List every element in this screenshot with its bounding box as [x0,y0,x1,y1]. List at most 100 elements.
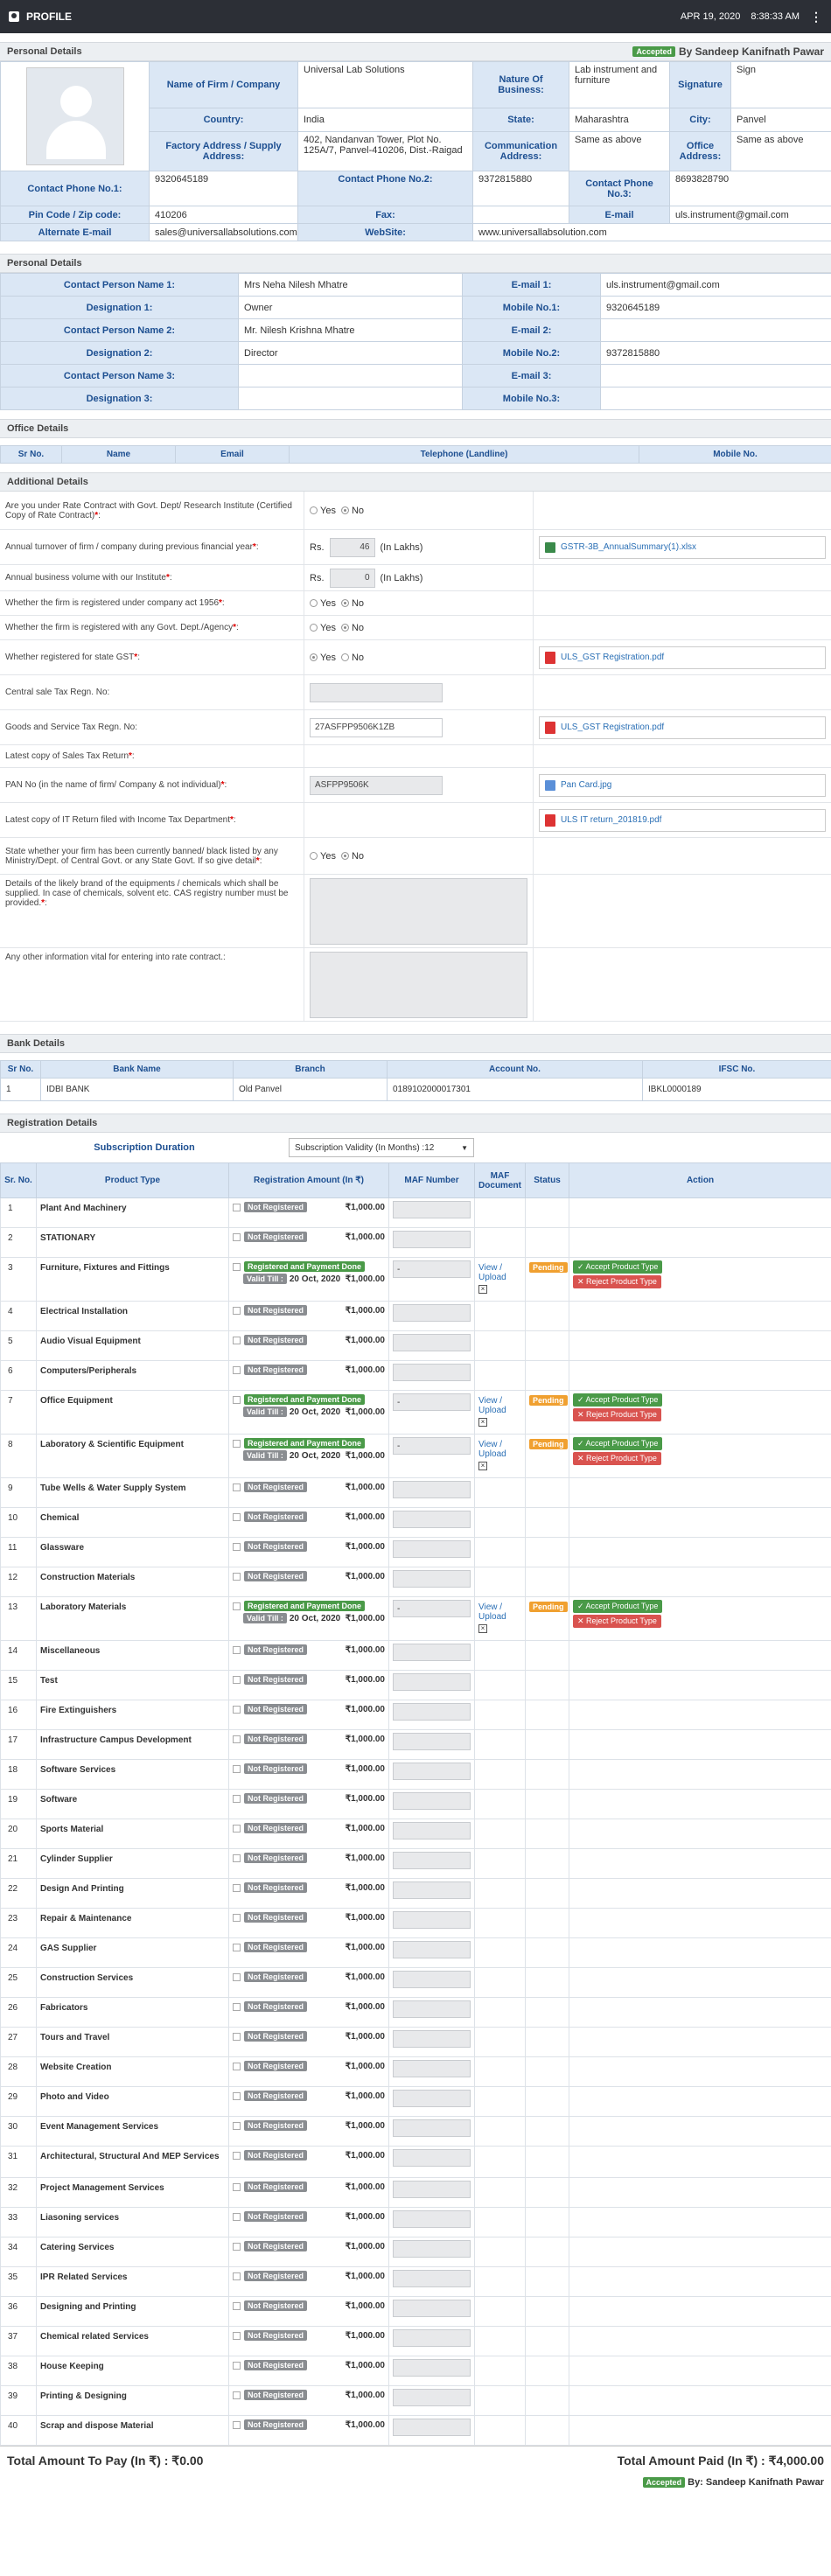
maf-number-input[interactable] [393,2300,471,2317]
maf-number-input[interactable] [393,2359,471,2377]
view-upload-link[interactable]: View / Upload [478,1602,506,1622]
maf-number-input[interactable] [393,1334,471,1351]
pan-input[interactable]: ASFPP9506K [310,775,443,795]
maf-number-input[interactable] [393,2270,471,2287]
govt-dept-radios[interactable]: Yes No [304,616,534,639]
product-checkbox[interactable] [233,1572,241,1581]
maf-number-input[interactable] [393,1201,471,1218]
maf-number-input[interactable] [393,1792,471,1810]
product-checkbox[interactable] [233,1972,241,1981]
product-checkbox[interactable] [233,1306,241,1315]
maf-number-input[interactable] [393,1911,471,1929]
maf-number-input[interactable] [393,1763,471,1780]
product-checkbox[interactable] [233,1853,241,1862]
product-checkbox[interactable] [233,2121,241,2130]
maf-number-input[interactable] [393,1822,471,1840]
maf-number-input[interactable] [393,2119,471,2137]
maf-number-input[interactable] [393,2060,471,2077]
product-checkbox[interactable] [233,1764,241,1773]
product-checkbox[interactable] [233,1883,241,1892]
other-info-textarea[interactable] [310,951,527,1018]
maf-number-input[interactable] [393,2240,471,2258]
product-checkbox[interactable] [233,2242,241,2251]
maf-number-input[interactable] [393,1481,471,1498]
maf-number-input[interactable] [393,2419,471,2436]
product-checkbox[interactable] [233,1794,241,1803]
gst-regn-file-link[interactable]: ULS_GST Registration.pdf [539,716,826,739]
product-checkbox[interactable] [233,1232,241,1241]
product-checkbox[interactable] [233,1203,241,1211]
product-checkbox[interactable] [233,2361,241,2370]
pan-file-link[interactable]: Pan Card.jpg [539,773,826,797]
maf-number-input[interactable] [393,1231,471,1248]
delete-doc-icon[interactable]: × [478,1462,487,1470]
maf-number-input[interactable] [393,2030,471,2048]
product-checkbox[interactable] [233,2032,241,2041]
product-checkbox[interactable] [233,1365,241,1374]
product-checkbox[interactable] [233,1542,241,1551]
product-checkbox[interactable] [233,2331,241,2340]
product-checkbox[interactable] [233,2062,241,2070]
view-upload-link[interactable]: View / Upload [478,1263,506,1282]
maf-number-input[interactable] [393,2329,471,2347]
company-act-radios[interactable]: Yes No [304,591,534,615]
delete-doc-icon[interactable]: × [478,1285,487,1294]
product-checkbox[interactable] [233,1735,241,1743]
maf-number-input[interactable] [393,1733,471,1750]
product-checkbox[interactable] [233,1602,241,1610]
product-checkbox[interactable] [233,1824,241,1833]
product-checkbox[interactable] [233,1705,241,1714]
accept-product-button[interactable]: ✓ Accept Product Type [573,1600,663,1613]
maf-number-input[interactable] [393,1304,471,1322]
gst-regn-input[interactable]: 27ASFPP9506K1ZB [310,717,443,737]
product-checkbox[interactable] [233,2002,241,2011]
maf-number-input[interactable] [393,1673,471,1691]
product-checkbox[interactable] [233,2301,241,2310]
product-checkbox[interactable] [233,1512,241,1521]
product-checkbox[interactable] [233,1943,241,1951]
maf-number-input[interactable] [393,2389,471,2406]
turnover-file-link[interactable]: GSTR-3B_AnnualSummary(1).xlsx [539,535,826,559]
view-upload-link[interactable]: View / Upload [478,1396,506,1415]
product-checkbox[interactable] [233,2272,241,2280]
product-checkbox[interactable] [233,1439,241,1448]
maf-number-input[interactable] [393,2181,471,2198]
product-checkbox[interactable] [233,2151,241,2160]
maf-number-input[interactable] [393,2000,471,2018]
gst-file-link[interactable]: ULS_GST Registration.pdf [539,646,826,669]
view-upload-link[interactable]: View / Upload [478,1440,506,1459]
maf-number-input[interactable] [393,2090,471,2107]
maf-number-input[interactable] [393,1703,471,1721]
product-checkbox[interactable] [233,2091,241,2100]
product-checkbox[interactable] [233,1913,241,1922]
brand-details-textarea[interactable] [310,877,527,945]
reject-product-button[interactable]: ✕ Reject Product Type [573,1615,661,1628]
product-checkbox[interactable] [233,2212,241,2221]
product-checkbox[interactable] [233,1675,241,1684]
accept-product-button[interactable]: ✓ Accept Product Type [573,1437,663,1450]
maf-number-input[interactable] [393,1570,471,1588]
maf-number-input[interactable] [393,1941,471,1958]
maf-number-input[interactable]: - [393,1260,471,1278]
product-checkbox[interactable] [233,1262,241,1271]
maf-number-input[interactable] [393,1644,471,1661]
product-checkbox[interactable] [233,1336,241,1344]
maf-number-input[interactable] [393,2210,471,2228]
product-checkbox[interactable] [233,1483,241,1491]
maf-number-input[interactable] [393,1540,471,1558]
product-checkbox[interactable] [233,2420,241,2429]
accept-product-button[interactable]: ✓ Accept Product Type [573,1260,663,1274]
more-menu-icon[interactable]: ⋮ [810,10,822,24]
maf-number-input[interactable] [393,1881,471,1899]
state-gst-radios[interactable]: Yes No [304,640,534,674]
maf-number-input[interactable] [393,1971,471,1988]
maf-number-input[interactable]: - [393,1437,471,1455]
reject-product-button[interactable]: ✕ Reject Product Type [573,1408,661,1421]
delete-doc-icon[interactable]: × [478,1418,487,1427]
turnover-input[interactable]: 46 [329,537,375,557]
product-checkbox[interactable] [233,2391,241,2399]
maf-number-input[interactable]: - [393,1600,471,1617]
business-volume-input[interactable]: 0 [329,568,375,588]
product-checkbox[interactable] [233,2182,241,2191]
accept-product-button[interactable]: ✓ Accept Product Type [573,1393,663,1407]
